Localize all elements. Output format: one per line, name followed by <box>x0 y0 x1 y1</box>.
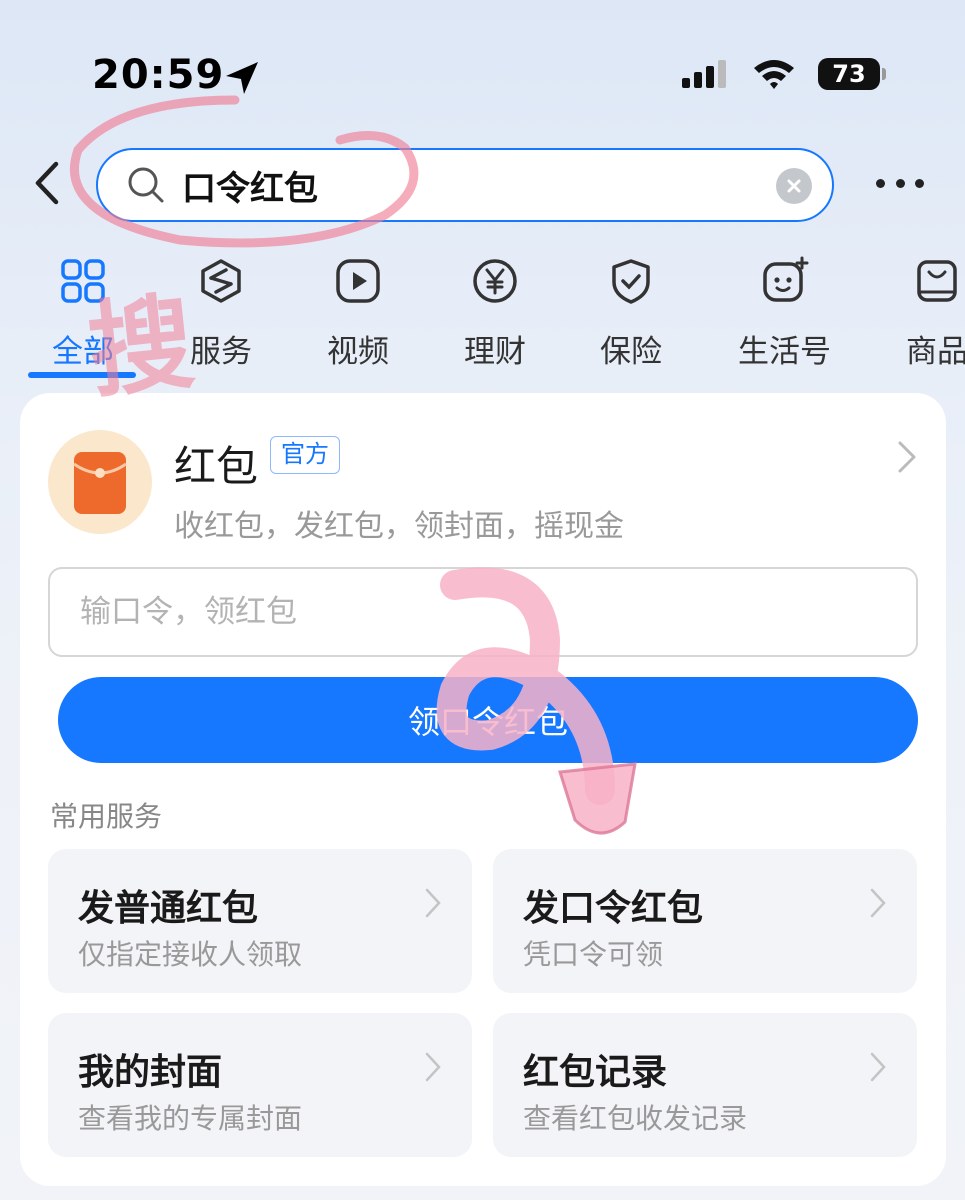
tab-label: 保险 <box>600 334 662 370</box>
cellular-signal-icon <box>682 60 726 88</box>
service-title: 发口令红包 <box>523 888 704 929</box>
search-query: 口令红包 <box>182 168 318 209</box>
yen-icon <box>473 259 517 303</box>
location-arrow-icon <box>226 62 258 94</box>
send-code-red-packet-tile[interactable]: 发口令红包 凭口令可领 <box>493 849 917 993</box>
tab-life-account[interactable]: 生活号 <box>738 256 831 371</box>
status-time: 20:59 <box>92 52 225 98</box>
play-icon <box>336 259 380 303</box>
search-icon <box>128 167 164 203</box>
red-packet-title[interactable]: 红包 <box>174 433 258 494</box>
more-options-button[interactable] <box>876 168 924 198</box>
shopping-bag-icon <box>917 260 957 302</box>
handwritten-sou-annotation: 搜 <box>82 280 200 414</box>
red-envelope-glyph <box>73 452 127 514</box>
battery-indicator: 73 <box>818 58 886 90</box>
red-packet-code-input[interactable] <box>48 567 918 657</box>
chevron-right-icon <box>425 1052 441 1082</box>
service-title: 发普通红包 <box>78 888 259 929</box>
wifi-icon <box>754 60 794 89</box>
life-account-icon <box>762 256 808 302</box>
send-normal-red-packet-tile[interactable]: 发普通红包 仅指定接收人领取 <box>48 849 472 993</box>
service-subtitle: 仅指定接收人领取 <box>78 938 303 971</box>
tab-service[interactable]: 服务 <box>190 256 252 371</box>
services-section-title: 常用服务 <box>50 800 163 833</box>
claim-red-packet-button[interactable]: 领口令红包 <box>58 677 918 763</box>
red-packet-records-tile[interactable]: 红包记录 查看红包收发记录 <box>493 1013 917 1157</box>
service-subtitle: 查看我的专属封面 <box>78 1102 303 1135</box>
chevron-right-icon <box>870 1052 886 1082</box>
official-badge: 官方 <box>270 436 340 474</box>
chevron-right-icon <box>425 888 441 918</box>
more-dot <box>915 178 924 188</box>
chevron-right-icon[interactable] <box>896 439 918 475</box>
red-packet-description: 收红包，发红包，领封面，摇现金 <box>174 509 624 544</box>
tab-label: 商品 <box>906 334 965 370</box>
close-icon <box>787 179 801 193</box>
service-icon <box>201 259 241 303</box>
chevron-right-icon <box>870 888 886 918</box>
tab-label: 视频 <box>327 334 389 370</box>
service-title: 我的封面 <box>78 1052 223 1093</box>
shield-icon <box>612 259 650 304</box>
tab-label: 理财 <box>464 334 526 370</box>
tab-insurance[interactable]: 保险 <box>600 256 662 371</box>
service-title: 红包记录 <box>523 1052 668 1093</box>
more-dot <box>876 178 885 188</box>
service-subtitle: 查看红包收发记录 <box>523 1102 748 1135</box>
tab-finance[interactable]: 理财 <box>464 256 526 371</box>
my-covers-tile[interactable]: 我的封面 查看我的专属封面 <box>48 1013 472 1157</box>
red-envelope-icon <box>48 430 152 534</box>
clear-search-button[interactable] <box>776 168 812 204</box>
more-dot <box>895 178 905 188</box>
tab-label: 服务 <box>190 334 252 370</box>
back-arrow-icon[interactable] <box>28 160 68 206</box>
tab-goods[interactable]: 商品 <box>906 256 965 371</box>
red-packet-card: 红包 官方 收红包，发红包，领封面，摇现金 领口令红包 常用服务 发普通红包 仅… <box>20 393 946 1186</box>
tab-video[interactable]: 视频 <box>327 256 389 371</box>
service-subtitle: 凭口令可领 <box>523 938 664 971</box>
search-input[interactable]: 口令红包 <box>96 148 834 222</box>
tab-label: 生活号 <box>738 334 831 370</box>
